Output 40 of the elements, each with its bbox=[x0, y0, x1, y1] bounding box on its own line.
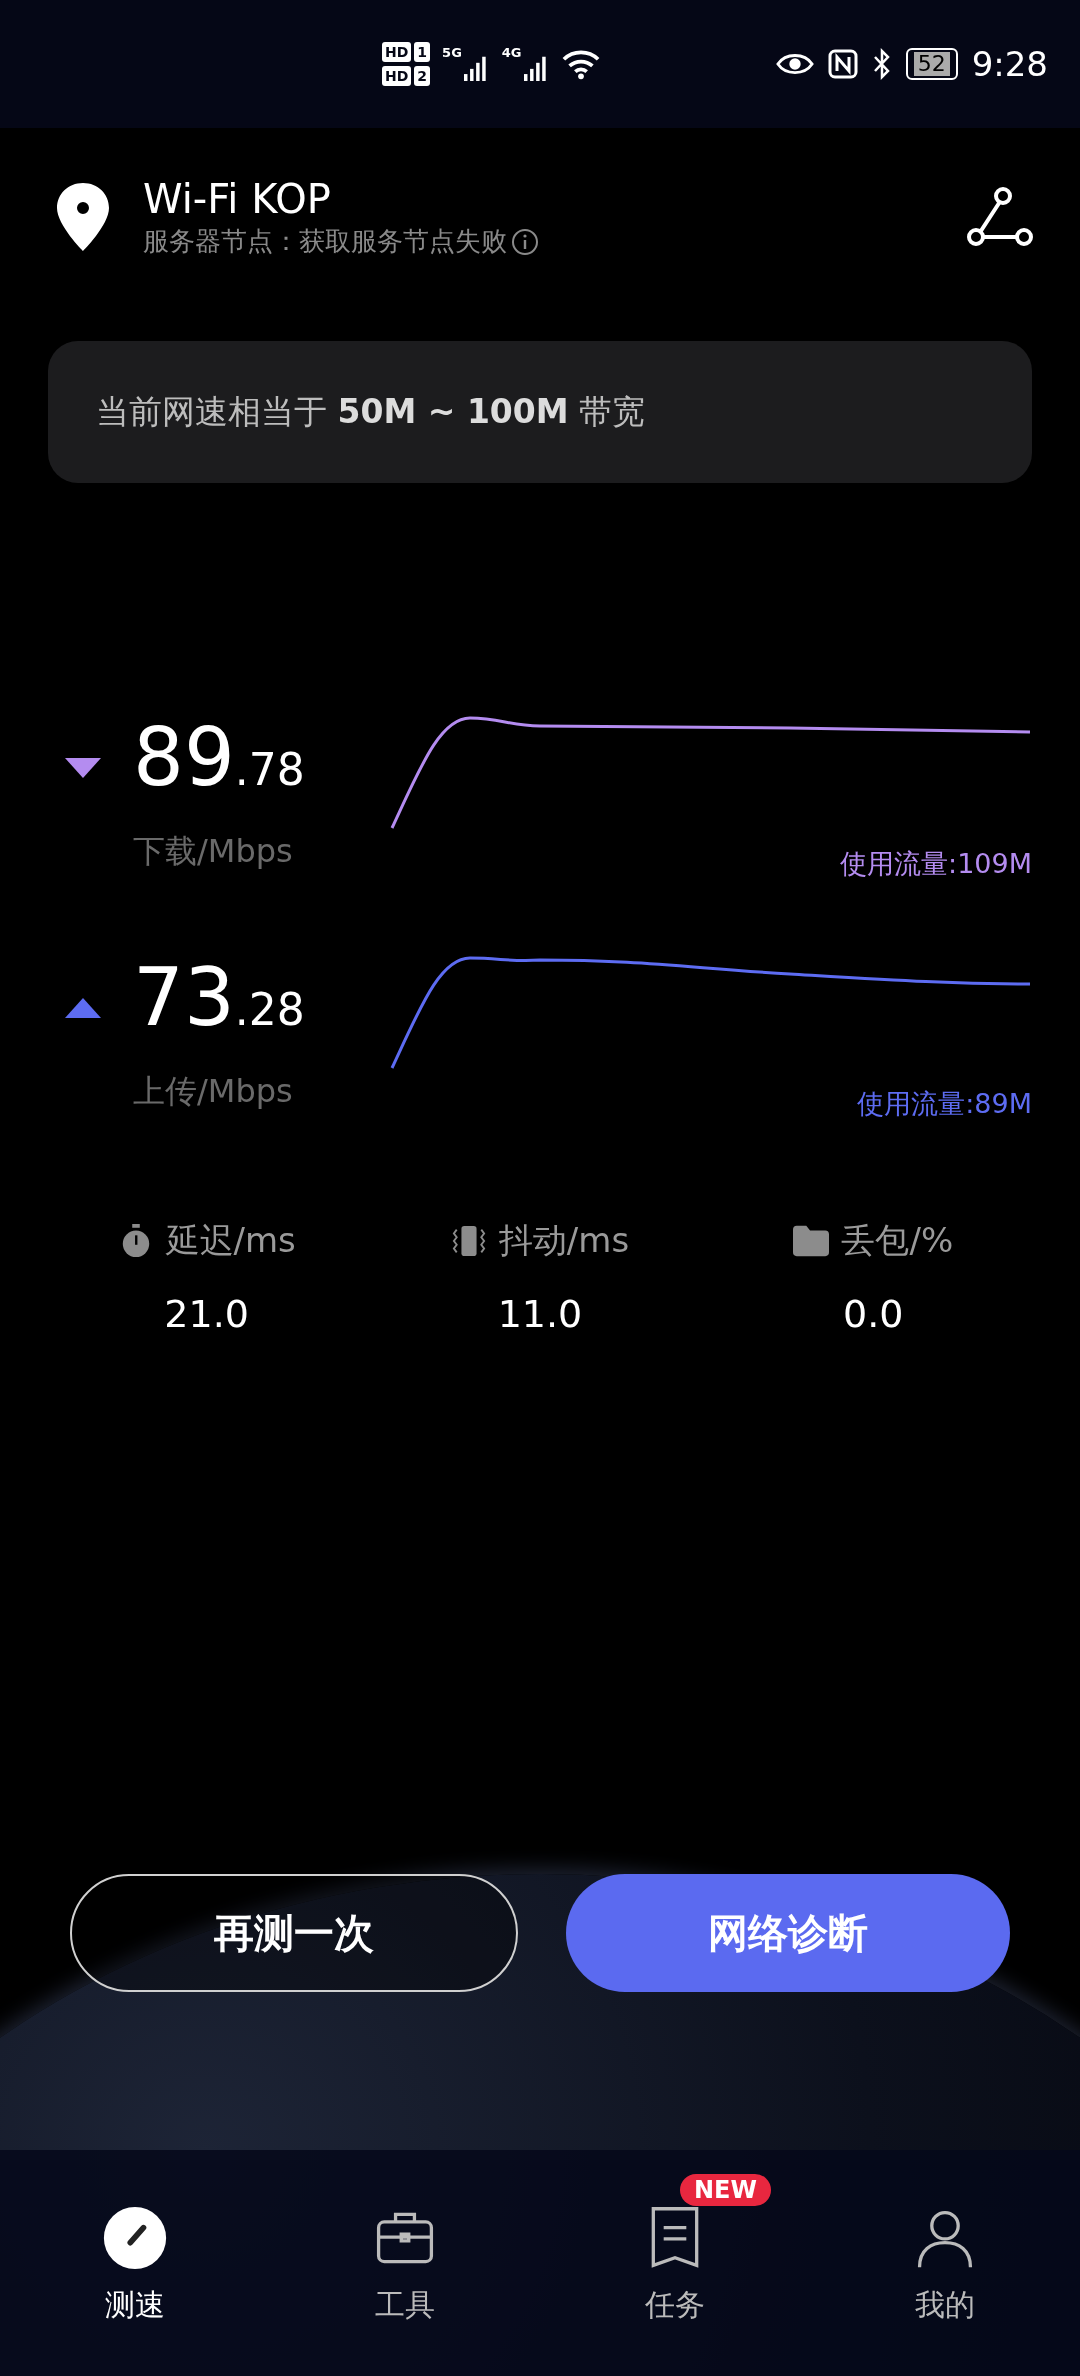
metric-label: 抖动/ms bbox=[498, 1219, 630, 1262]
vibration-icon bbox=[450, 1224, 487, 1258]
metric-label: 延迟/ms bbox=[165, 1219, 296, 1262]
nav-tab[interactable]: 测速 bbox=[0, 2150, 270, 2376]
speed-unit-label: 上传/Mbps bbox=[133, 1071, 294, 1112]
diagnose-button[interactable]: 网络诊断 bbox=[566, 1874, 1010, 1992]
speed-value: 89.78 bbox=[133, 710, 305, 806]
bandwidth-text: 当前网速相当于 50M ~ 100M 带宽 bbox=[96, 390, 646, 433]
folder-icon bbox=[793, 1224, 830, 1258]
nfc-icon bbox=[827, 49, 858, 79]
data-usage: 使用流量:109M bbox=[840, 847, 1032, 881]
speed-unit-label: 下载/Mbps bbox=[133, 831, 294, 872]
nav-tab[interactable]: 我的 bbox=[810, 2150, 1080, 2376]
location-pin-icon bbox=[55, 180, 111, 253]
nav-tab[interactable]: NEW 任务 bbox=[540, 2150, 810, 2376]
battery-level: 52 bbox=[913, 52, 950, 76]
metric-value: 21.0 bbox=[164, 1292, 249, 1336]
info-icon[interactable] bbox=[511, 227, 539, 256]
speedometer-icon bbox=[102, 2205, 168, 2271]
metric-value: 0.0 bbox=[843, 1292, 904, 1336]
share-icon[interactable] bbox=[965, 186, 1035, 247]
network-type: 4G bbox=[501, 45, 522, 60]
clock: 9:28 bbox=[971, 44, 1048, 84]
network-type: 5G bbox=[442, 45, 462, 60]
speed-value: 73.28 bbox=[133, 950, 305, 1046]
metric-label: 丢包/% bbox=[841, 1219, 954, 1262]
bluetooth-icon bbox=[871, 48, 892, 80]
metric-value: 11.0 bbox=[497, 1292, 583, 1336]
new-badge: NEW bbox=[680, 2174, 771, 2206]
network-name: Wi-Fi KOP bbox=[143, 175, 332, 224]
retest-button[interactable]: 再测一次 bbox=[70, 1874, 518, 1992]
hd-label: HD bbox=[382, 42, 412, 62]
wifi-icon bbox=[561, 48, 600, 80]
eye-icon bbox=[775, 51, 814, 77]
nav-tab[interactable]: 工具 bbox=[270, 2150, 540, 2376]
server-node-status: 服务器节点：获取服务节点失败 bbox=[143, 225, 507, 258]
hd-label: HD bbox=[382, 66, 412, 86]
data-usage: 使用流量:89M bbox=[857, 1087, 1032, 1121]
sim-slot: 2 bbox=[414, 66, 431, 86]
sim-slot: 1 bbox=[414, 42, 431, 62]
